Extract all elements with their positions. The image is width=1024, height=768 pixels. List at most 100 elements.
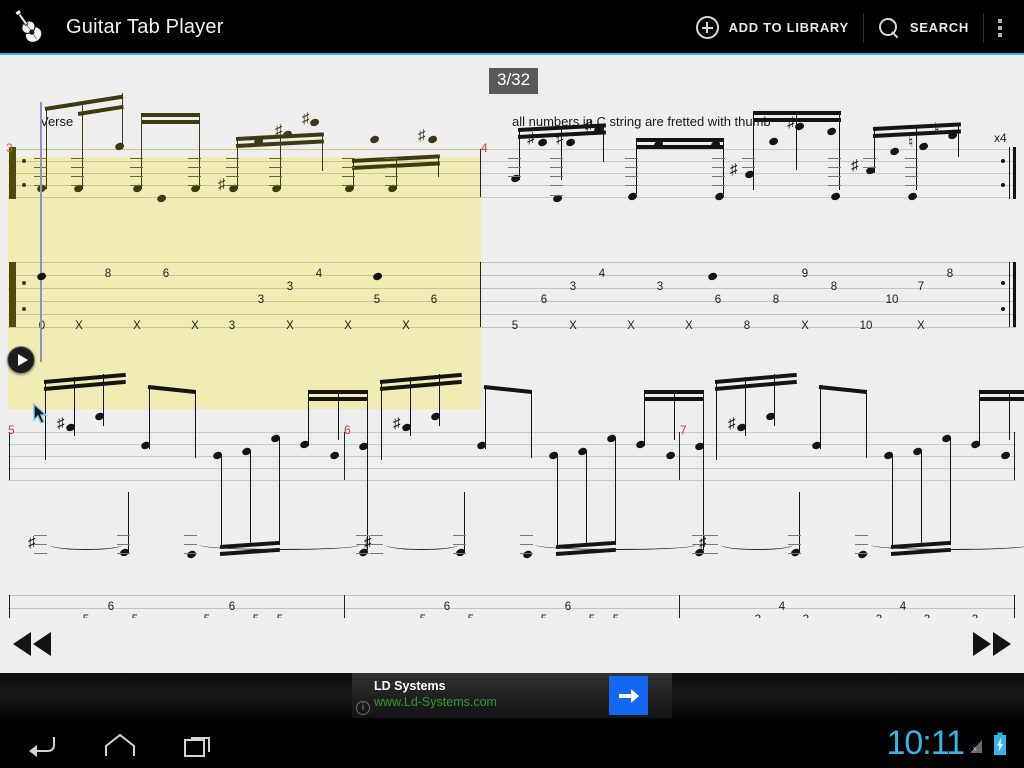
note-stem [674, 390, 676, 440]
notehead [857, 549, 868, 559]
svg-text:x: x [973, 746, 977, 753]
note-stem [950, 437, 952, 545]
ledger-line [520, 544, 533, 545]
tab-mute-mark: X [801, 320, 809, 332]
slur [50, 540, 122, 550]
note-stem [250, 450, 252, 546]
plus-circle-icon [695, 16, 719, 39]
note-stem [866, 390, 868, 458]
tab-fret-number: 5 [373, 294, 381, 306]
barline [480, 149, 481, 197]
note-beam [818, 385, 867, 394]
tab-fret-number: 6 [564, 601, 572, 613]
info-icon[interactable]: i [356, 701, 370, 715]
note-stem [716, 380, 718, 460]
ledger-line [692, 553, 705, 554]
add-to-library-button[interactable]: ADD TO LIBRARY [682, 0, 863, 55]
tab-fret-number: 3 [286, 281, 294, 293]
repeat-dot [22, 159, 26, 163]
note-stem [128, 492, 130, 552]
tab-fret-number: 8 [830, 281, 838, 293]
note-stem [921, 450, 923, 546]
tab-fret-number: 3 [228, 320, 236, 332]
arrow-right-icon [618, 688, 639, 703]
notehead [186, 549, 197, 559]
repeat-dot [1001, 281, 1005, 285]
note-stem [485, 385, 487, 449]
note-stem [586, 450, 588, 546]
tab-fret-number: 9 [801, 268, 809, 280]
ledger-line [788, 535, 801, 536]
tab-mute-mark: X [569, 320, 577, 332]
accidental-sharp: ♯ [57, 415, 65, 432]
mouse-cursor [33, 402, 49, 425]
signal-icon: x [968, 738, 984, 759]
ledger-line [34, 544, 47, 545]
barline [679, 432, 680, 480]
tab-mute-mark: X [402, 320, 410, 332]
tab-fret-number: 8 [772, 294, 780, 306]
ledger-line [117, 553, 130, 554]
tab-repeat-barline-open [9, 262, 16, 327]
back-button[interactable] [24, 732, 58, 763]
back-icon [29, 737, 55, 757]
repeat-barline-close [1013, 147, 1016, 199]
tab-fret-number: 6 [430, 294, 438, 306]
search-label: SEARCH [909, 20, 969, 35]
barline [1009, 147, 1010, 199]
note-stem [195, 390, 197, 458]
tab-fret-number: 8 [946, 268, 954, 280]
fast-forward-button[interactable] [970, 628, 1014, 665]
action-bar: Guitar Tab Player ADD TO LIBRARY SEARCH [0, 0, 1024, 55]
slur [386, 540, 458, 550]
slur [200, 540, 360, 550]
score-view[interactable]: Verse all numbers in C string are frette… [0, 55, 1024, 665]
note-stem [367, 390, 369, 550]
note-stem [1009, 390, 1011, 440]
ad-banner[interactable]: i LD Systems www.Ld-Systems.com [352, 673, 672, 718]
repeat-dot [1001, 307, 1005, 311]
tab-mute-mark: X [685, 320, 693, 332]
slur [536, 540, 696, 550]
add-to-library-label: ADD TO LIBRARY [728, 20, 849, 35]
ad-cta-button[interactable] [609, 676, 648, 715]
ledger-line [34, 535, 47, 536]
tab-mute-mark: X [917, 320, 925, 332]
tab-fret-number: 6 [714, 294, 722, 306]
ad-url[interactable]: www.Ld-Systems.com [374, 695, 497, 709]
playhead-cursor[interactable] [40, 102, 42, 362]
measure-number: 4 [481, 141, 488, 155]
fast-forward-icon [973, 632, 1011, 656]
ledger-line [453, 535, 466, 536]
guitar-icon [6, 5, 52, 51]
rewind-icon [13, 632, 51, 656]
tab-fret-number: 6 [107, 601, 115, 613]
tab-fret-number: 4 [778, 601, 786, 613]
note-stem [308, 390, 310, 446]
ad-area: i LD Systems www.Ld-Systems.com [0, 673, 1024, 720]
play-button[interactable] [7, 346, 35, 374]
tab-fret-number: 4 [899, 601, 907, 613]
measure-number: 7 [680, 423, 687, 437]
tab-repeat-barline-close [1013, 262, 1016, 327]
note-stem [892, 454, 894, 548]
notehead [522, 549, 533, 559]
tab-mute-mark: X [133, 320, 141, 332]
ledger-line [705, 544, 718, 545]
tab-fret-number: 10 [859, 320, 873, 332]
tempo-badge: 3/32 [489, 68, 539, 95]
search-button[interactable]: SEARCH [864, 0, 983, 55]
recents-icon [184, 737, 210, 757]
tab-fret-number: 3 [257, 294, 265, 306]
recents-button[interactable] [182, 732, 216, 763]
page-title: Guitar Tab Player [66, 16, 224, 38]
ad-title: LD Systems [374, 679, 446, 693]
rewind-button[interactable] [10, 628, 54, 665]
repeat-dot [22, 307, 26, 311]
note-stem [703, 390, 705, 550]
barline [344, 432, 345, 480]
home-button[interactable] [102, 732, 138, 763]
note-stem [221, 454, 223, 548]
status-clock: 10:11 [886, 724, 965, 762]
overflow-menu-icon[interactable] [984, 0, 1016, 55]
